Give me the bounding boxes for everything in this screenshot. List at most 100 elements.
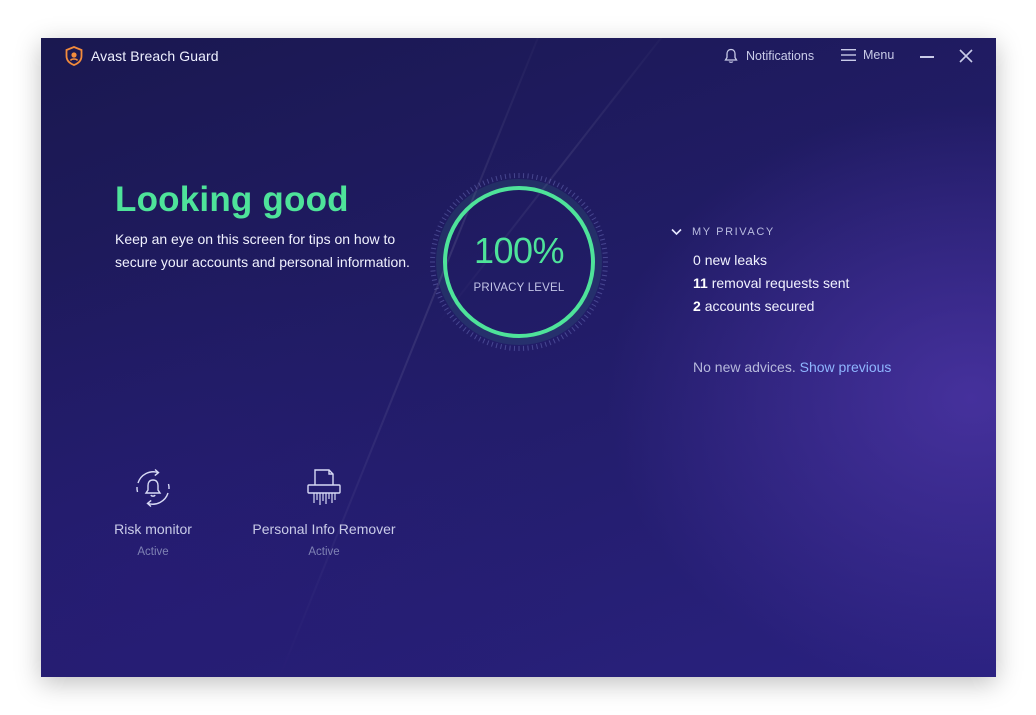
- stat-count: 2: [693, 298, 701, 314]
- gauge-tick: [441, 303, 447, 307]
- gauge-tick: [441, 217, 447, 221]
- gauge-tick: [591, 217, 597, 221]
- gauge-tick: [462, 326, 467, 332]
- gauge-tick: [591, 303, 597, 307]
- stat-text: new leaks: [704, 252, 767, 268]
- gauge-tick: [500, 344, 503, 350]
- gauge-tick: [500, 174, 503, 180]
- gauge-tick: [535, 344, 538, 350]
- gauge-tick: [548, 178, 552, 184]
- stat-text: accounts secured: [704, 298, 815, 314]
- gauge-tick: [439, 299, 445, 303]
- shredder-icon: [307, 469, 341, 505]
- gauge-tick: [470, 187, 474, 192]
- gauge-tick: [574, 324, 579, 329]
- gauge-tick: [509, 345, 511, 351]
- gauge-tick: [470, 332, 474, 337]
- gauge-tick: [535, 174, 538, 180]
- menu-button[interactable]: Menu: [841, 48, 894, 62]
- stat-text: removal requests sent: [711, 275, 850, 291]
- gauge-tick: [581, 317, 586, 322]
- gauge-tick: [581, 202, 586, 207]
- feature-status: Active: [137, 546, 169, 558]
- status-headline: Looking good: [115, 180, 349, 219]
- gauge-tick: [459, 195, 464, 200]
- gauge-tick: [446, 209, 452, 214]
- advice-line: No new advices. Show previous: [693, 359, 891, 375]
- gauge-tick: [540, 343, 543, 349]
- feature-name: Risk monitor: [114, 521, 192, 537]
- gauge-tick: [491, 177, 494, 183]
- gauge-tick: [595, 295, 601, 299]
- gauge-tick: [474, 184, 478, 190]
- gauge-tick: [486, 178, 490, 184]
- stat-removal-requests: 11 removal requests sent: [693, 275, 849, 291]
- gauge-tick: [482, 338, 486, 344]
- feature-name: Personal Info Remover: [252, 521, 396, 537]
- status-description: Keep an eye on this screen for tips on h…: [115, 231, 410, 270]
- gauge-tick: [560, 184, 564, 190]
- background-light-beam: [276, 38, 563, 677]
- stat-accounts-secured: 2 accounts secured: [693, 298, 814, 314]
- menu-label: Menu: [863, 48, 895, 62]
- bell-cycle-icon: [136, 468, 170, 508]
- gauge-tick: [578, 321, 583, 326]
- gauge-tick: [509, 173, 511, 179]
- gauge-tick: [437, 295, 443, 299]
- gauge-tick: [437, 225, 443, 229]
- gauge-tick: [595, 225, 601, 229]
- stat-count: 11: [693, 275, 708, 291]
- gauge-tick: [446, 310, 452, 315]
- my-privacy-heading: MY PRIVACY: [692, 226, 775, 238]
- gauge-tick: [531, 174, 534, 180]
- gauge-tick: [544, 341, 547, 347]
- advice-text: No new advices.: [693, 359, 796, 375]
- bell-icon: [724, 48, 738, 63]
- gauge-tick: [474, 334, 478, 340]
- close-icon[interactable]: [957, 47, 975, 65]
- personal-info-remover-feature[interactable]: Personal Info Remover Active: [249, 463, 399, 558]
- gauge-tick: [589, 307, 594, 311]
- gauge-tick: [540, 175, 543, 181]
- privacy-level-value: 100%: [473, 230, 565, 271]
- risk-monitor-feature[interactable]: Risk monitor Active: [103, 463, 203, 558]
- notifications-label: Notifications: [746, 49, 815, 63]
- gauge-tick: [444, 213, 449, 217]
- minimize-button[interactable]: [920, 56, 934, 58]
- gauge-tick: [431, 278, 437, 281]
- gauge-tick: [593, 299, 599, 303]
- gauge-tick: [449, 314, 455, 319]
- notifications-button[interactable]: Notifications: [723, 48, 814, 64]
- gauge-tick: [556, 336, 560, 342]
- gauge-tick: [560, 334, 564, 340]
- gauge-tick: [564, 187, 568, 192]
- gauge-tick: [455, 321, 460, 326]
- gauge-tick: [567, 189, 572, 195]
- gauge-tick: [548, 340, 552, 346]
- gauge-tick: [452, 202, 457, 207]
- gauge-tick: [452, 317, 457, 322]
- gauge-tick: [589, 213, 594, 217]
- gauge-tick: [491, 341, 494, 347]
- gauge-tick: [431, 274, 437, 277]
- gauge-tick: [478, 336, 482, 342]
- show-previous-link[interactable]: Show previous: [800, 359, 892, 375]
- gauge-tick: [504, 344, 507, 350]
- gauge-tick: [531, 344, 534, 350]
- gauge-tick: [601, 278, 607, 281]
- gauge-tick: [544, 177, 547, 183]
- gauge-tick: [527, 173, 529, 179]
- gauge-tick: [586, 209, 592, 214]
- gauge-tick: [578, 198, 583, 203]
- gauge-tick: [466, 189, 471, 195]
- feature-status: Active: [308, 546, 340, 558]
- gauge-tick: [444, 307, 449, 311]
- gauge-tick: [583, 205, 589, 210]
- gauge-tick: [459, 324, 464, 329]
- hamburger-menu-icon: [841, 49, 856, 61]
- my-privacy-toggle[interactable]: MY PRIVACY: [671, 226, 775, 238]
- gauge-tick: [583, 314, 589, 319]
- gauge-tick: [564, 332, 568, 337]
- app-title: Avast Breach Guard: [91, 48, 219, 64]
- gauge-tick: [466, 329, 471, 335]
